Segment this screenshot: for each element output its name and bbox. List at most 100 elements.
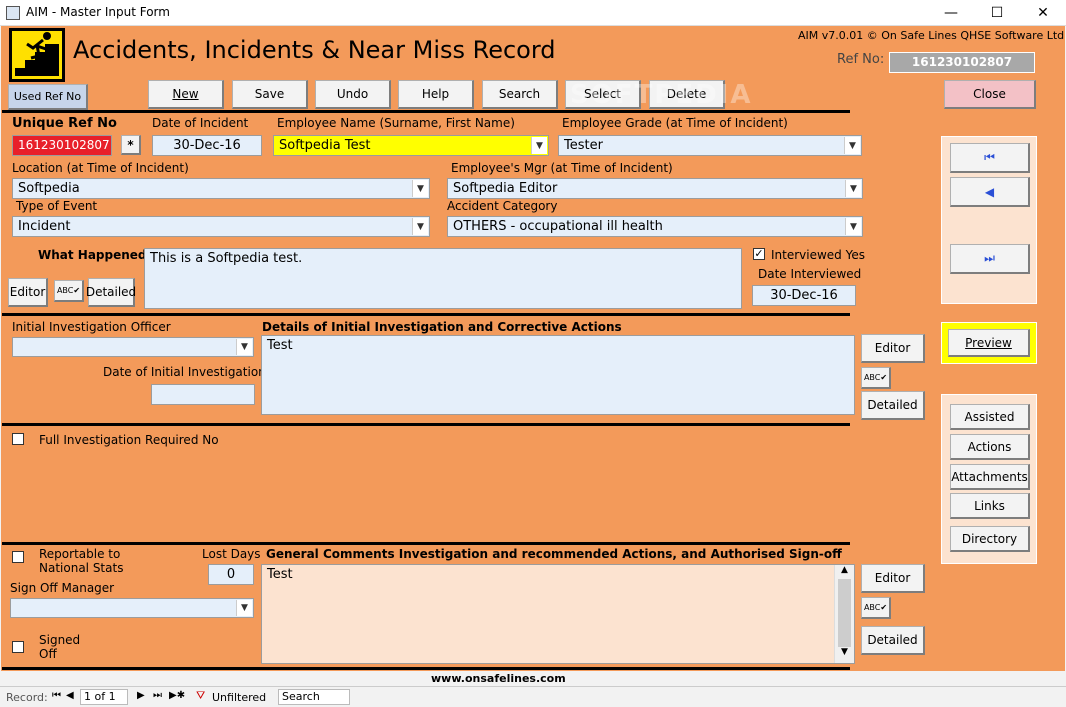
full-investigation-label: Full Investigation Required No xyxy=(39,433,219,447)
previous-record-icon[interactable]: ◀ xyxy=(950,177,1030,207)
what-happened-detailed-button[interactable]: Detailed xyxy=(86,278,136,307)
record-number-field[interactable]: 1 of 1 xyxy=(80,689,128,705)
employee-mgr-label: Employee's Mgr (at Time of Incident) xyxy=(451,161,673,175)
attachments-button[interactable]: Attachments xyxy=(950,464,1030,490)
separator xyxy=(2,313,850,316)
app-icon xyxy=(6,6,20,20)
comments-editor-button[interactable]: Editor xyxy=(861,564,925,593)
filter-status[interactable]: Unfiltered xyxy=(212,691,266,704)
signed-off-label-1: Signed xyxy=(39,633,81,647)
search-button[interactable]: Search xyxy=(482,80,558,109)
accident-category-combo[interactable]: OTHERS - occupational ill health ▼ xyxy=(447,216,863,237)
ref-no-display: 161230102807 xyxy=(889,52,1035,73)
date-interviewed-label: Date Interviewed xyxy=(758,267,862,281)
details-label: Details of Initial Investigation and Cor… xyxy=(262,320,622,334)
what-happened-textarea[interactable]: This is a Softpedia test. xyxy=(144,248,742,309)
links-button[interactable]: Links xyxy=(950,493,1030,519)
what-happened-label: What Happened xyxy=(38,248,147,262)
chevron-down-icon[interactable]: ▼ xyxy=(412,180,428,197)
minimize-button[interactable]: — xyxy=(928,0,974,26)
scrollbar[interactable]: ▲ ▼ xyxy=(834,565,854,663)
lost-days-label: Lost Days xyxy=(202,547,261,561)
interviewed-checkbox[interactable]: ✓ xyxy=(753,248,765,260)
employee-grade-combo[interactable]: Tester ▼ xyxy=(558,135,862,156)
details-editor-button[interactable]: Editor xyxy=(861,334,925,363)
page-title: Accidents, Incidents & Near Miss Record xyxy=(73,36,556,64)
status-search-field[interactable]: Search xyxy=(278,689,350,705)
chevron-down-icon[interactable]: ▼ xyxy=(845,180,861,197)
date-of-incident-field[interactable]: 30-Dec-16 xyxy=(152,135,262,156)
chevron-down-icon[interactable]: ▼ xyxy=(412,218,428,235)
prev-record-nav-icon[interactable]: ◀ xyxy=(66,690,74,701)
comments-detailed-button[interactable]: Detailed xyxy=(861,626,925,655)
close-button[interactable]: Close xyxy=(944,80,1036,109)
employee-grade-value: Tester xyxy=(564,138,603,153)
reportable-checkbox[interactable] xyxy=(12,551,24,563)
location-label: Location (at Time of Incident) xyxy=(12,161,189,175)
separator xyxy=(2,667,850,670)
next-record-nav-icon[interactable]: ▶ xyxy=(137,690,145,701)
employee-name-label: Employee Name (Surname, First Name) xyxy=(277,116,515,130)
comments-label: General Comments Investigation and recom… xyxy=(266,547,842,561)
signed-off-checkbox[interactable] xyxy=(12,641,24,653)
interviewed-label: Interviewed Yes xyxy=(771,248,865,262)
last-record-icon[interactable]: ⏭ xyxy=(950,244,1030,274)
employee-mgr-combo[interactable]: Softpedia Editor ▼ xyxy=(447,178,863,199)
used-ref-no-button[interactable]: Used Ref No xyxy=(8,84,88,110)
navigation-panel: ⏮ ◀ ⏭ xyxy=(941,136,1037,304)
actions-button[interactable]: Actions xyxy=(950,434,1030,460)
employee-name-combo[interactable]: Softpedia Test ▼ xyxy=(273,135,549,156)
last-record-nav-icon[interactable]: ⏭ xyxy=(153,690,162,701)
initial-officer-label: Initial Investigation Officer xyxy=(12,320,171,334)
location-combo[interactable]: Softpedia ▼ xyxy=(12,178,430,199)
window-title: AIM - Master Input Form xyxy=(26,5,170,19)
comments-textarea[interactable]: Test ▲ ▼ xyxy=(261,564,855,664)
scroll-thumb[interactable] xyxy=(838,579,851,647)
initial-officer-combo[interactable]: ▼ xyxy=(12,337,254,357)
location-value: Softpedia xyxy=(18,181,80,196)
type-of-event-combo[interactable]: Incident ▼ xyxy=(12,216,430,237)
chevron-down-icon[interactable]: ▼ xyxy=(845,218,861,235)
help-button[interactable]: Help xyxy=(398,80,474,109)
details-detailed-button[interactable]: Detailed xyxy=(861,391,925,420)
chevron-down-icon[interactable]: ▼ xyxy=(236,339,252,355)
save-button[interactable]: Save xyxy=(232,80,308,109)
scroll-up-icon[interactable]: ▲ xyxy=(835,565,854,579)
separator xyxy=(2,110,850,113)
assisted-button[interactable]: Assisted xyxy=(950,404,1030,430)
chevron-down-icon[interactable]: ▼ xyxy=(236,600,252,616)
scroll-down-icon[interactable]: ▼ xyxy=(835,647,854,661)
chevron-down-icon[interactable]: ▼ xyxy=(531,137,547,154)
first-record-nav-icon[interactable]: ⏮ xyxy=(52,690,61,701)
what-happened-editor-button[interactable]: Editor xyxy=(8,278,48,307)
version-text: AIM v7.0.01 © On Safe Lines QHSE Softwar… xyxy=(798,29,1065,42)
filter-icon: ⛛ xyxy=(196,689,206,702)
employee-grade-label: Employee Grade (at Time of Incident) xyxy=(562,116,788,130)
unique-ref-field[interactable]: 161230102807 xyxy=(12,135,112,156)
close-window-button[interactable]: ✕ xyxy=(1020,0,1066,26)
date-initial-field[interactable] xyxy=(151,384,255,405)
title-bar: AIM - Master Input Form — ☐ ✕ xyxy=(0,0,1066,26)
spellcheck-icon[interactable]: ABC✔ xyxy=(54,280,84,302)
sign-off-manager-label: Sign Off Manager xyxy=(10,581,115,595)
full-investigation-checkbox[interactable] xyxy=(12,433,24,445)
maximize-button[interactable]: ☐ xyxy=(974,0,1020,26)
undo-button[interactable]: Undo xyxy=(315,80,391,109)
chevron-down-icon[interactable]: ▼ xyxy=(844,137,860,154)
spellcheck-icon[interactable]: ABC✔ xyxy=(861,597,891,619)
first-record-icon[interactable]: ⏮ xyxy=(950,143,1030,173)
signed-off-label-2: Off xyxy=(39,647,57,661)
details-textarea[interactable]: Test xyxy=(261,335,855,415)
new-button[interactable]: New xyxy=(148,80,224,109)
website-link[interactable]: www.onsafelines.com xyxy=(431,672,566,685)
sign-off-manager-combo[interactable]: ▼ xyxy=(10,598,254,618)
star-button[interactable]: * xyxy=(121,135,141,155)
spellcheck-icon[interactable]: ABC✔ xyxy=(861,367,891,389)
employee-mgr-value: Softpedia Editor xyxy=(453,181,558,196)
date-interviewed-field[interactable]: 30-Dec-16 xyxy=(752,285,856,306)
record-navigation-bar: Record: ⏮ ◀ 1 of 1 ▶ ⏭ ▶✱ ⛛ Unfiltered S… xyxy=(0,686,1066,707)
new-record-nav-icon[interactable]: ▶✱ xyxy=(169,690,185,701)
lost-days-field[interactable]: 0 xyxy=(208,564,254,585)
directory-button[interactable]: Directory xyxy=(950,526,1030,552)
preview-button[interactable]: Preview xyxy=(948,329,1030,357)
